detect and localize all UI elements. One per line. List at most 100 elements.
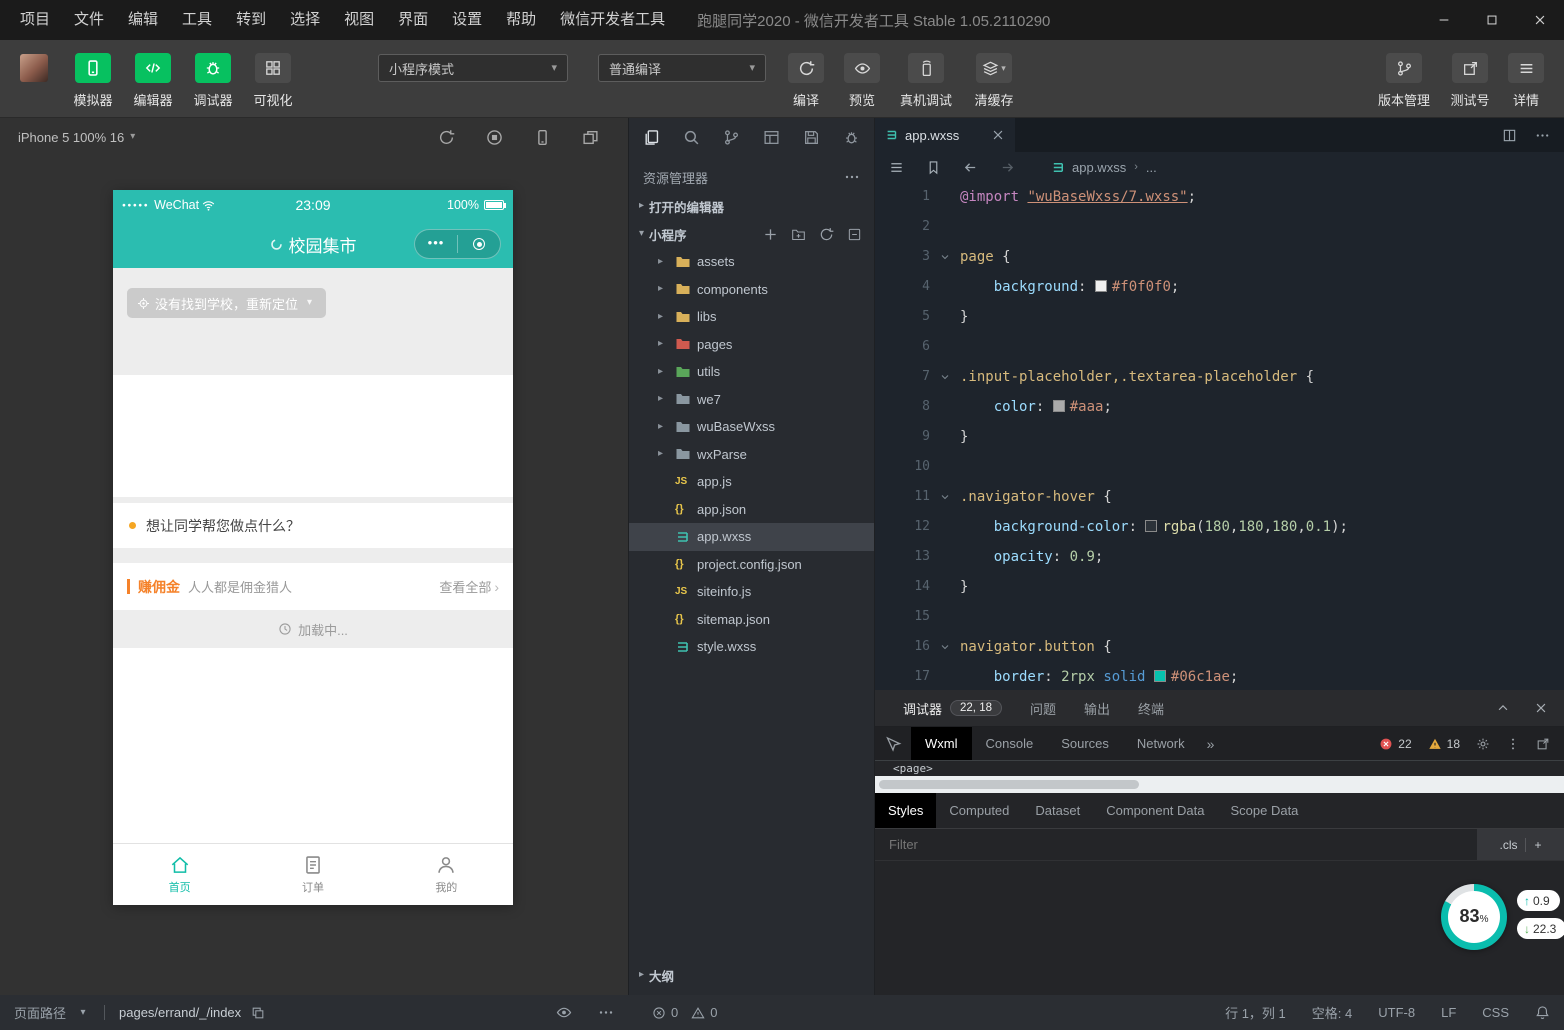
eol-setting[interactable]: LF: [1441, 1005, 1456, 1020]
scrollbar-thumb[interactable]: [879, 780, 1139, 789]
menu-item[interactable]: 微信开发者工具: [548, 0, 677, 40]
split-editor-button[interactable]: [1502, 128, 1517, 143]
new-file-button[interactable]: [763, 227, 778, 242]
fold-toggle[interactable]: [930, 482, 960, 512]
file-siteinfo.js[interactable]: JSsiteinfo.js: [629, 578, 874, 606]
maximize-button[interactable]: [1468, 0, 1516, 40]
devtools-tab-console[interactable]: Console: [972, 727, 1048, 760]
tab-home[interactable]: 首页: [113, 844, 246, 905]
folder-libs[interactable]: ▸libs: [629, 303, 874, 331]
notifications-button[interactable]: [1535, 1005, 1550, 1020]
code-line[interactable]: 10: [875, 452, 1564, 482]
menu-item[interactable]: 视图: [332, 0, 386, 40]
bookmark-button[interactable]: [926, 160, 941, 175]
collapse-button[interactable]: [847, 227, 862, 242]
layout-button[interactable]: [763, 129, 780, 146]
file-style.wxss[interactable]: style.wxss: [629, 633, 874, 661]
devtools-popout-button[interactable]: [1536, 737, 1550, 751]
editor-button[interactable]: 编辑器: [130, 53, 176, 109]
debug-button[interactable]: [843, 129, 860, 146]
code-line[interactable]: 17 border: 2rpx solid #06c1ae;: [875, 662, 1564, 690]
panel-tab-debugger[interactable]: 调试器22, 18: [903, 699, 1002, 718]
navigate-forward-button[interactable]: [1000, 160, 1015, 175]
menu-item[interactable]: 项目: [8, 0, 62, 40]
file-app.wxss[interactable]: app.wxss: [629, 523, 874, 551]
folder-assets[interactable]: ▸assets: [629, 248, 874, 276]
code-line[interactable]: 13 opacity: 0.9;: [875, 542, 1564, 572]
preview-button[interactable]: 预览: [838, 53, 886, 109]
file-app.json[interactable]: {}app.json: [629, 496, 874, 524]
devtools-tab-wxml[interactable]: Wxml: [911, 727, 972, 760]
code-line[interactable]: 3page {: [875, 242, 1564, 272]
capsule-more-button[interactable]: •••: [415, 230, 457, 258]
page-path-value[interactable]: pages/errand/_/index: [119, 1005, 241, 1020]
project-section[interactable]: ▾ 小程序: [629, 220, 874, 248]
preview-path-button[interactable]: [556, 995, 572, 1030]
expand-panel-button[interactable]: [1496, 701, 1510, 715]
visual-button[interactable]: 可视化: [250, 53, 296, 109]
code-line[interactable]: 11.navigator-hover {: [875, 482, 1564, 512]
copy-path-button[interactable]: [251, 1006, 265, 1020]
menu-item[interactable]: 设置: [440, 0, 494, 40]
new-folder-button[interactable]: [791, 227, 806, 242]
problems-indicator[interactable]: 0 0: [652, 995, 725, 1030]
device-selector[interactable]: iPhone 5 100% 16: [18, 130, 124, 145]
folder-wuBaseWxss[interactable]: ▸wuBaseWxss: [629, 413, 874, 441]
git-branch-button[interactable]: [723, 129, 740, 146]
code-line[interactable]: 9}: [875, 422, 1564, 452]
devtools-menu-button[interactable]: [1506, 737, 1520, 751]
breadcrumb-more[interactable]: ...: [1146, 160, 1157, 175]
menu-item[interactable]: 帮助: [494, 0, 548, 40]
device-debug-button[interactable]: 真机调试: [894, 53, 958, 109]
ask-prompt-row[interactable]: 想让同学帮您做点什么？: [113, 503, 513, 548]
user-avatar[interactable]: [20, 54, 48, 82]
devtools-settings-button[interactable]: [1476, 737, 1490, 751]
version-control-button[interactable]: 版本管理: [1372, 53, 1436, 109]
cursor-position[interactable]: 行 1，列 1: [1225, 1003, 1286, 1022]
panel-tab-terminal[interactable]: 终端: [1138, 699, 1164, 718]
page-path-selector[interactable]: 页面路径: [14, 1003, 66, 1022]
outline-section[interactable]: ▸ 大纲: [629, 961, 874, 989]
indent-setting[interactable]: 空格: 4: [1312, 1003, 1352, 1022]
add-class-button[interactable]: +: [1534, 838, 1541, 852]
editor-tab-app-wxss[interactable]: app.wxss: [875, 118, 1015, 152]
console-error-count[interactable]: 22: [1379, 737, 1411, 751]
styles-tab-computed[interactable]: Computed: [936, 793, 1022, 828]
code-line[interactable]: 4 background: #f0f0f0;: [875, 272, 1564, 302]
wxml-tree-view[interactable]: <page>: [875, 761, 1564, 776]
files-button[interactable]: [643, 129, 660, 146]
code-line[interactable]: 1@import "wuBaseWxss/7.wxss";: [875, 182, 1564, 212]
windows-button[interactable]: [582, 129, 599, 146]
search-button[interactable]: [683, 129, 700, 146]
test-account-button[interactable]: 测试号: [1444, 53, 1496, 109]
menu-item[interactable]: 选择: [278, 0, 332, 40]
code-line[interactable]: 6: [875, 332, 1564, 362]
code-editor[interactable]: 1@import "wuBaseWxss/7.wxss";23page {4 b…: [875, 182, 1564, 690]
caret-down-icon[interactable]: ▾: [130, 132, 135, 142]
stop-button[interactable]: [486, 129, 503, 146]
compile-mode-dropdown[interactable]: 普通编译 ▾: [598, 54, 766, 82]
encoding-setting[interactable]: UTF-8: [1378, 1005, 1415, 1020]
devtools-tab-network[interactable]: Network: [1123, 727, 1199, 760]
close-tab-icon[interactable]: [991, 128, 1005, 142]
breadcrumb-file[interactable]: app.wxss: [1072, 160, 1126, 175]
debugger-button[interactable]: 调试器: [190, 53, 236, 109]
fold-toggle[interactable]: [930, 632, 960, 662]
code-line[interactable]: 2: [875, 212, 1564, 242]
tab-profile[interactable]: 我的: [380, 844, 513, 905]
folder-components[interactable]: ▸components: [629, 276, 874, 304]
capsule-home-button[interactable]: [458, 230, 500, 258]
code-line[interactable]: 8 color: #aaa;: [875, 392, 1564, 422]
location-bar[interactable]: 没有找到学校，重新定位 ▾: [127, 288, 326, 318]
fold-toggle[interactable]: [930, 362, 960, 392]
code-line[interactable]: 7.input-placeholder,.textarea-placeholde…: [875, 362, 1564, 392]
mode-dropdown[interactable]: 小程序模式 ▾: [378, 54, 568, 82]
save-button[interactable]: [803, 129, 820, 146]
open-editors-section[interactable]: ▸ 打开的编辑器: [629, 192, 874, 220]
folder-we7[interactable]: ▸we7: [629, 386, 874, 414]
fold-toggle[interactable]: [930, 242, 960, 272]
file-sitemap.json[interactable]: {}sitemap.json: [629, 606, 874, 634]
code-line[interactable]: 14}: [875, 572, 1564, 602]
simulator-button[interactable]: 模拟器: [70, 53, 116, 109]
caret-down-icon[interactable]: ▾: [76, 1006, 90, 1020]
